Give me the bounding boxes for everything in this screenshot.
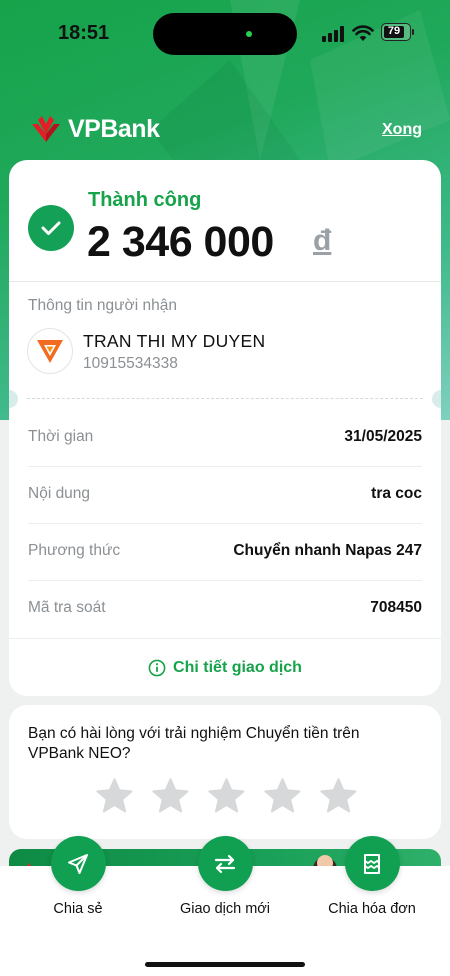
share-action[interactable]: Chia sẻ (8, 836, 148, 917)
share-button[interactable] (50, 836, 106, 891)
home-indicator (145, 962, 305, 967)
new-transaction-action[interactable]: Giao dịch mới (155, 836, 295, 917)
detail-row-method: Phương thức Chuyển nhanh Napas 247 (28, 524, 422, 581)
star-icon[interactable] (319, 778, 358, 815)
brand-name: VPBank (68, 114, 160, 143)
detail-value: tra coc (371, 485, 422, 502)
detail-key: Mã tra soát (28, 599, 106, 616)
wifi-icon (352, 25, 374, 41)
split-bill-label: Chia hóa đơn (328, 901, 416, 917)
split-bill-action[interactable]: Chia hóa đơn (302, 836, 442, 917)
transaction-details-label: Chi tiết giao dịch (173, 658, 302, 676)
detail-key: Nội dung (28, 485, 91, 502)
cellular-signal-icon (322, 26, 344, 42)
rating-card: Bạn có hài lòng với trải nghiệm Chuyển t… (9, 705, 441, 839)
info-icon (148, 659, 166, 676)
battery-level: 79 (387, 25, 401, 37)
dynamic-island (153, 13, 297, 55)
currency-symbol: đ (313, 224, 332, 257)
transaction-details-link[interactable]: Chi tiết giao dịch (9, 638, 441, 696)
status-bar: 18:51 79 (0, 0, 450, 66)
split-bill-button[interactable] (344, 836, 400, 891)
star-rating (95, 778, 358, 815)
detail-value: 708450 (370, 599, 422, 616)
done-button[interactable]: Xong (382, 121, 422, 139)
star-icon[interactable] (263, 778, 302, 815)
receiver-account-number: 10915534338 (83, 355, 178, 372)
transaction-amount: 2 346 000 (87, 218, 274, 266)
dashed-divider (27, 398, 423, 399)
vpbank-mark-icon (32, 116, 60, 142)
receiver-bank-logo (27, 328, 73, 374)
swap-icon (214, 854, 236, 873)
status-time: 18:51 (58, 22, 110, 44)
ticket-notch (432, 390, 441, 408)
new-transaction-label: Giao dịch mới (179, 901, 271, 917)
ticket-notch (9, 390, 18, 408)
split-bill-icon (364, 853, 380, 874)
detail-value: 31/05/2025 (344, 428, 422, 445)
star-icon[interactable] (151, 778, 190, 815)
new-transaction-button[interactable] (197, 836, 253, 891)
camera-indicator-icon (246, 31, 252, 37)
detail-key: Thời gian (28, 428, 94, 445)
transaction-receipt-card: Thành công 2 346 000 đ Thông tin người n… (9, 160, 441, 696)
detail-row-content: Nội dung tra coc (28, 467, 422, 524)
detail-row-trace-code: Mã tra soát 708450 (28, 581, 422, 638)
rating-question: Bạn có hài lòng với trải nghiệm Chuyển t… (28, 725, 360, 762)
success-check-icon (28, 205, 74, 251)
detail-value: Chuyển nhanh Napas 247 (233, 542, 422, 559)
battery-icon: 79 (381, 23, 411, 41)
detail-key: Phương thức (28, 542, 121, 559)
transaction-status: Thành công (88, 189, 202, 211)
receiver-section-label: Thông tin người nhận (28, 297, 177, 314)
detail-row-time: Thời gian 31/05/2025 (28, 410, 422, 467)
share-label: Chia sẻ (53, 901, 103, 917)
star-icon[interactable] (95, 778, 134, 815)
bottom-action-bar: Chia sẻ Giao dịch mới Chia hóa đơn (0, 836, 450, 976)
send-icon (68, 853, 88, 874)
receiver-name: TRAN THI MY DUYEN (83, 331, 266, 351)
star-icon[interactable] (207, 778, 246, 815)
divider (9, 281, 441, 282)
bank-logo-icon (37, 340, 63, 363)
brand-logo: VPBank (28, 114, 160, 144)
